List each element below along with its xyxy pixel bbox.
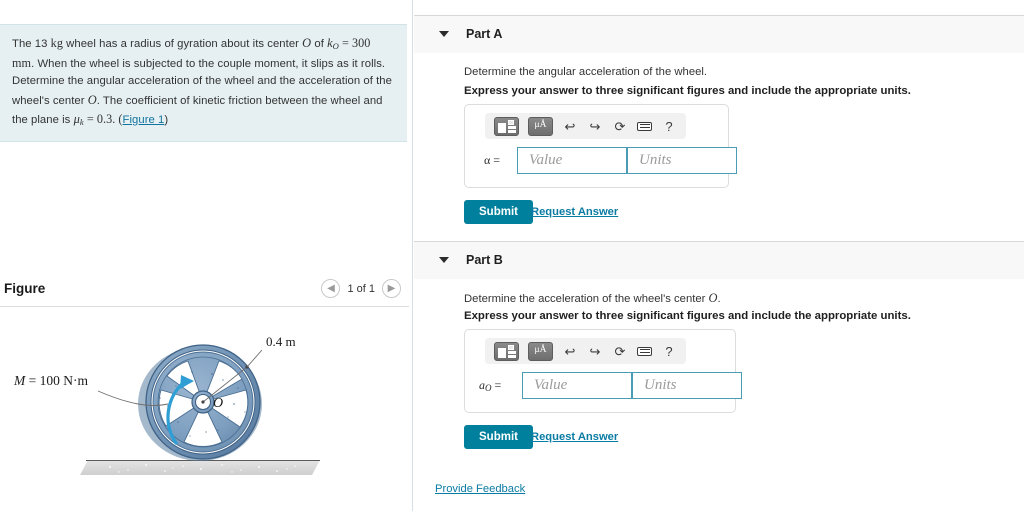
figure-navigation: ◀ 1 of 1 ▶	[321, 279, 401, 298]
micro-angstrom-units-icon[interactable]: μÅ	[528, 116, 553, 136]
chevron-left-icon[interactable]: ◀	[321, 279, 341, 298]
k-unit: mm	[12, 55, 32, 70]
mu-value: = 0.3. (	[83, 112, 123, 126]
part-b-center-symbol: O	[708, 291, 718, 305]
reset-circle-icon[interactable]: ⟳	[612, 120, 628, 133]
caret-down-icon[interactable]	[439, 257, 449, 263]
help-question-icon[interactable]: ?	[661, 120, 677, 133]
reset-circle-icon[interactable]: ⟳	[612, 345, 628, 358]
figure-1-link[interactable]: Figure 1	[123, 114, 165, 126]
keyboard-icon[interactable]	[637, 121, 652, 131]
part-b-value-input[interactable]: Value	[522, 372, 632, 399]
problem-text-1: wheel has a radius of gyration about its…	[62, 38, 303, 50]
right-panel: Part A Determine the angular acceleratio…	[414, 0, 1024, 511]
problem-text-2: of	[311, 38, 328, 50]
redo-arrow-icon[interactable]: ↪	[587, 120, 603, 133]
figure-count-label: 1 of 1	[347, 282, 375, 295]
part-b-submit-button[interactable]: Submit	[464, 425, 533, 449]
part-b-prompt: Determine the acceleration of the wheel'…	[464, 291, 721, 305]
chevron-right-icon[interactable]: ▶	[382, 279, 401, 298]
part-a-answer-box: μÅ ↩ ↪ ⟳ ? α = Value Units	[464, 104, 737, 188]
part-a-header[interactable]: Part A	[414, 15, 1024, 53]
undo-arrow-icon[interactable]: ↩	[562, 120, 578, 133]
part-a-answer-label: α =	[484, 153, 501, 167]
part-a-submit-button[interactable]: Submit	[464, 200, 533, 224]
math-template-icon[interactable]	[494, 341, 519, 361]
math-template-icon[interactable]	[494, 116, 519, 136]
part-b-toolbar: μÅ ↩ ↪ ⟳ ?	[485, 338, 686, 364]
provide-feedback-link[interactable]: Provide Feedback	[435, 483, 525, 495]
problem-text-prefix: The 13	[12, 38, 51, 50]
left-panel: The 13 kg wheel has a radius of gyration…	[0, 0, 413, 511]
part-b-label: Part B	[466, 253, 503, 267]
part-a-units-input[interactable]: Units	[627, 147, 737, 174]
problem-statement-box: The 13 kg wheel has a radius of gyration…	[0, 24, 407, 142]
part-a-prompt: Determine the angular acceleration of th…	[464, 66, 708, 78]
keyboard-icon[interactable]	[637, 346, 652, 356]
part-b-units-input[interactable]: Units	[632, 372, 742, 399]
ground-surface	[80, 459, 320, 475]
part-a-toolbar: μÅ ↩ ↪ ⟳ ?	[485, 113, 686, 139]
center-symbol: O	[302, 36, 312, 50]
part-b-request-answer-link[interactable]: Request Answer	[531, 431, 618, 443]
part-a-value-input[interactable]: Value	[517, 147, 627, 174]
micro-angstrom-units-icon[interactable]: μÅ	[528, 341, 553, 361]
wheel-body	[138, 344, 262, 461]
part-a-request-answer-link[interactable]: Request Answer	[531, 206, 618, 218]
center-symbol-2: O	[87, 92, 97, 107]
part-b-instruction: Express your answer to three significant…	[464, 310, 911, 322]
undo-arrow-icon[interactable]: ↩	[562, 345, 578, 358]
center-label: O	[213, 396, 223, 411]
problem-statement-text: The 13 kg wheel has a radius of gyration…	[12, 34, 393, 130]
part-b-answer-box: μÅ ↩ ↪ ⟳ ? aO = Value Units	[464, 329, 742, 413]
part-b-header[interactable]: Part B	[414, 241, 1024, 279]
moment-symbol: M	[13, 373, 26, 388]
part-b-answer-label: aO =	[479, 378, 502, 393]
part-a-instruction: Express your answer to three significant…	[464, 85, 911, 97]
redo-arrow-icon[interactable]: ↪	[587, 345, 603, 358]
k-value: = 300	[338, 36, 371, 50]
radius-label: 0.4 m	[266, 334, 296, 349]
caret-down-icon[interactable]	[439, 31, 449, 37]
help-question-icon[interactable]: ?	[661, 345, 677, 358]
figure-divider	[0, 306, 409, 307]
page-root: The 13 kg wheel has a radius of gyration…	[0, 0, 1024, 511]
part-a-label: Part A	[466, 27, 503, 41]
wheel-figure-diagram: 0.4 m M = 100 N·m O	[13, 334, 320, 475]
problem-text-end: )	[164, 114, 169, 126]
moment-value: = 100 N·m	[25, 373, 88, 388]
figure-title: Figure	[4, 281, 46, 296]
moment-label: M = 100 N·m	[13, 373, 88, 388]
mass-unit: kg	[50, 36, 63, 50]
figure-header: Figure ◀ 1 of 1 ▶	[0, 275, 413, 307]
